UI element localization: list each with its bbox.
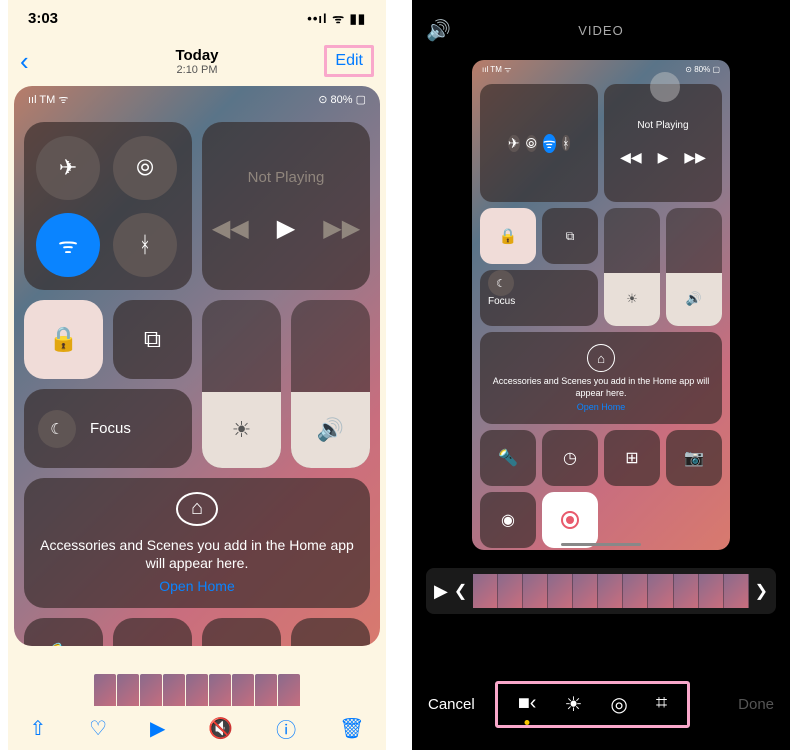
magnifier-icon-sm: ◉ xyxy=(480,492,536,548)
volume-slider: 🔊 xyxy=(291,300,370,468)
nav-title: Today 2:10 PM xyxy=(175,47,218,76)
prev-icon: ◀◀ xyxy=(212,214,249,243)
brightness-slider-sm: ☀ xyxy=(604,208,660,326)
control-center-sm: ✈ ⦾ ᯤ ᚼ Not Playing ◀◀▶▶▶ 🔒 ⧉ xyxy=(472,84,730,548)
rotation-lock-icon-sm: 🔒 xyxy=(480,208,536,264)
antenna-icon-sm: ⦾ xyxy=(526,135,537,152)
status-indicators: ••ıl ᯤ ▮▮ xyxy=(307,9,366,27)
scrubber-play-icon[interactable]: ▶ xyxy=(434,581,448,602)
status-bar: 3:03 ••ıl ᯤ ▮▮ xyxy=(8,0,386,36)
screen-mirror-icon: ⧉ xyxy=(113,300,192,379)
airplane-icon-sm: ✈ xyxy=(508,135,520,152)
right-phone-video-editor: 🔊 VIDEO ııl TM ᯤ ⊙ 80% ▢ ✈ ⦾ ᯤ ᚼ Not Pla… xyxy=(412,0,790,750)
left-phone-photos-app: 3:03 ••ıl ᯤ ▮▮ ‹ Today 2:10 PM Edit ııl … xyxy=(8,0,386,750)
moon-icon-sm: ☾ xyxy=(488,270,514,296)
edit-tools-highlighted: ■‹ ☀ ◎ ⌗ xyxy=(495,681,690,728)
timer-icon-sm: ◷ xyxy=(542,430,598,486)
thumbnail-strip[interactable] xyxy=(8,674,386,710)
video-preview[interactable]: ııl TM ᯤ ⊙ 80% ▢ ✈ ⦾ ᯤ ᚼ Not Playing ◀◀ … xyxy=(14,86,380,646)
focus-label: Focus xyxy=(90,420,131,437)
brightness-slider: ☀ xyxy=(202,300,281,468)
preview-status-bar-sm: ııl TM ᯤ ⊙ 80% ▢ xyxy=(472,60,730,78)
timeline-frames[interactable] xyxy=(473,574,748,608)
mute-icon[interactable]: 🔇 xyxy=(208,716,233,741)
nav-title-time: 2:10 PM xyxy=(175,64,218,76)
media-tile: Not Playing ◀◀ ▶ ▶▶ xyxy=(202,122,370,290)
open-home-link: Open Home xyxy=(159,578,234,594)
screen-mirror-icon-sm: ⧉ xyxy=(542,208,598,264)
favorite-icon[interactable]: ♡ xyxy=(89,716,107,741)
video-title: VIDEO xyxy=(578,23,623,38)
filters-tool-icon[interactable]: ◎ xyxy=(610,692,627,717)
focus-tile: ☾ Focus xyxy=(24,389,192,468)
back-chevron-icon[interactable]: ‹ xyxy=(20,46,29,77)
bottom-toolbar: ⇧ ♡ ▶ 🔇 ⓘ 🗑 xyxy=(8,706,386,750)
video-tool-icon[interactable]: ■‹ xyxy=(518,692,537,717)
status-time: 3:03 xyxy=(28,10,58,27)
camera-icon-sm: 📷 xyxy=(666,430,722,486)
rotation-lock-icon: 🔒 xyxy=(24,300,103,379)
timer-icon: ◷ xyxy=(113,618,192,646)
cancel-button[interactable]: Cancel xyxy=(428,696,475,713)
calculator-icon: ⊞ xyxy=(202,618,281,646)
next-icon: ▶▶ xyxy=(323,214,360,243)
wifi-icon: ᯤ xyxy=(36,213,100,277)
crop-tool-icon[interactable]: ⌗ xyxy=(656,692,667,717)
adjust-tool-icon[interactable]: ☀ xyxy=(564,692,582,717)
trim-handle-left-icon[interactable]: ❮ xyxy=(454,581,467,601)
preview-status-bar: ııl TM ᯤ ⊙ 80% ▢ xyxy=(14,86,380,112)
share-icon[interactable]: ⇧ xyxy=(29,716,46,741)
trim-handle-right-icon[interactable]: ❯ xyxy=(755,581,768,601)
connectivity-tile: ✈ ⦾ ᯤ ᚼ xyxy=(24,122,192,290)
wifi-icon-sm: ᯤ xyxy=(543,134,556,153)
home-tile: ⌂ Accessories and Scenes you add in the … xyxy=(24,478,370,608)
flashlight-icon-sm: 🔦 xyxy=(480,430,536,486)
nav-title-day: Today xyxy=(175,47,218,64)
flashlight-icon: 🔦 xyxy=(24,618,103,646)
assistive-touch-icon xyxy=(650,72,680,102)
play-icon: ▶ xyxy=(277,214,295,243)
focus-tile-sm: ☾ Focus xyxy=(480,270,598,326)
nav-bar: ‹ Today 2:10 PM Edit xyxy=(8,36,386,86)
airplane-icon: ✈ xyxy=(36,136,100,200)
preview-carrier: ııl TM ᯤ xyxy=(28,92,68,107)
done-button[interactable]: Done xyxy=(738,696,774,713)
home-icon-sm: ⌂ xyxy=(587,344,615,372)
not-playing-label: Not Playing xyxy=(248,169,325,186)
editor-preview[interactable]: ııl TM ᯤ ⊙ 80% ▢ ✈ ⦾ ᯤ ᚼ Not Playing ◀◀▶… xyxy=(472,60,730,550)
editor-actions: Cancel ■‹ ☀ ◎ ⌗ Done xyxy=(412,681,790,728)
calculator-icon-sm: ⊞ xyxy=(604,430,660,486)
home-icon: ⌂ xyxy=(176,492,218,526)
control-center: ✈ ⦾ ᯤ ᚼ Not Playing ◀◀ ▶ ▶▶ � xyxy=(14,122,380,646)
video-scrubber[interactable]: ▶ ❮ ❯ xyxy=(426,568,776,614)
antenna-icon: ⦾ xyxy=(113,136,177,200)
connectivity-tile-sm: ✈ ⦾ ᯤ ᚼ xyxy=(480,84,598,202)
preview-battery: ⊙ 80% ▢ xyxy=(318,93,366,106)
sun-icon: ☀ xyxy=(202,392,281,468)
speaker-icon: 🔊 xyxy=(291,392,370,468)
home-tile-sm: ⌂ Accessories and Scenes you add in the … xyxy=(480,332,722,424)
trash-icon[interactable]: 🗑 xyxy=(339,716,364,741)
screen-record-icon-sm xyxy=(542,492,598,548)
bluetooth-icon: ᚼ xyxy=(113,213,177,277)
home-indicator xyxy=(561,543,641,546)
camera-icon: 📷 xyxy=(291,618,370,646)
volume-slider-sm: 🔊 xyxy=(666,208,722,326)
bluetooth-icon-sm: ᚼ xyxy=(562,135,570,151)
play-button-icon[interactable]: ▶ xyxy=(150,716,165,741)
info-icon[interactable]: ⓘ xyxy=(276,714,296,743)
moon-icon: ☾ xyxy=(38,410,76,448)
edit-button[interactable]: Edit xyxy=(324,45,374,77)
home-message: Accessories and Scenes you add in the Ho… xyxy=(38,536,356,572)
volume-icon[interactable]: 🔊 xyxy=(426,18,451,43)
editor-header: 🔊 VIDEO xyxy=(412,0,790,60)
